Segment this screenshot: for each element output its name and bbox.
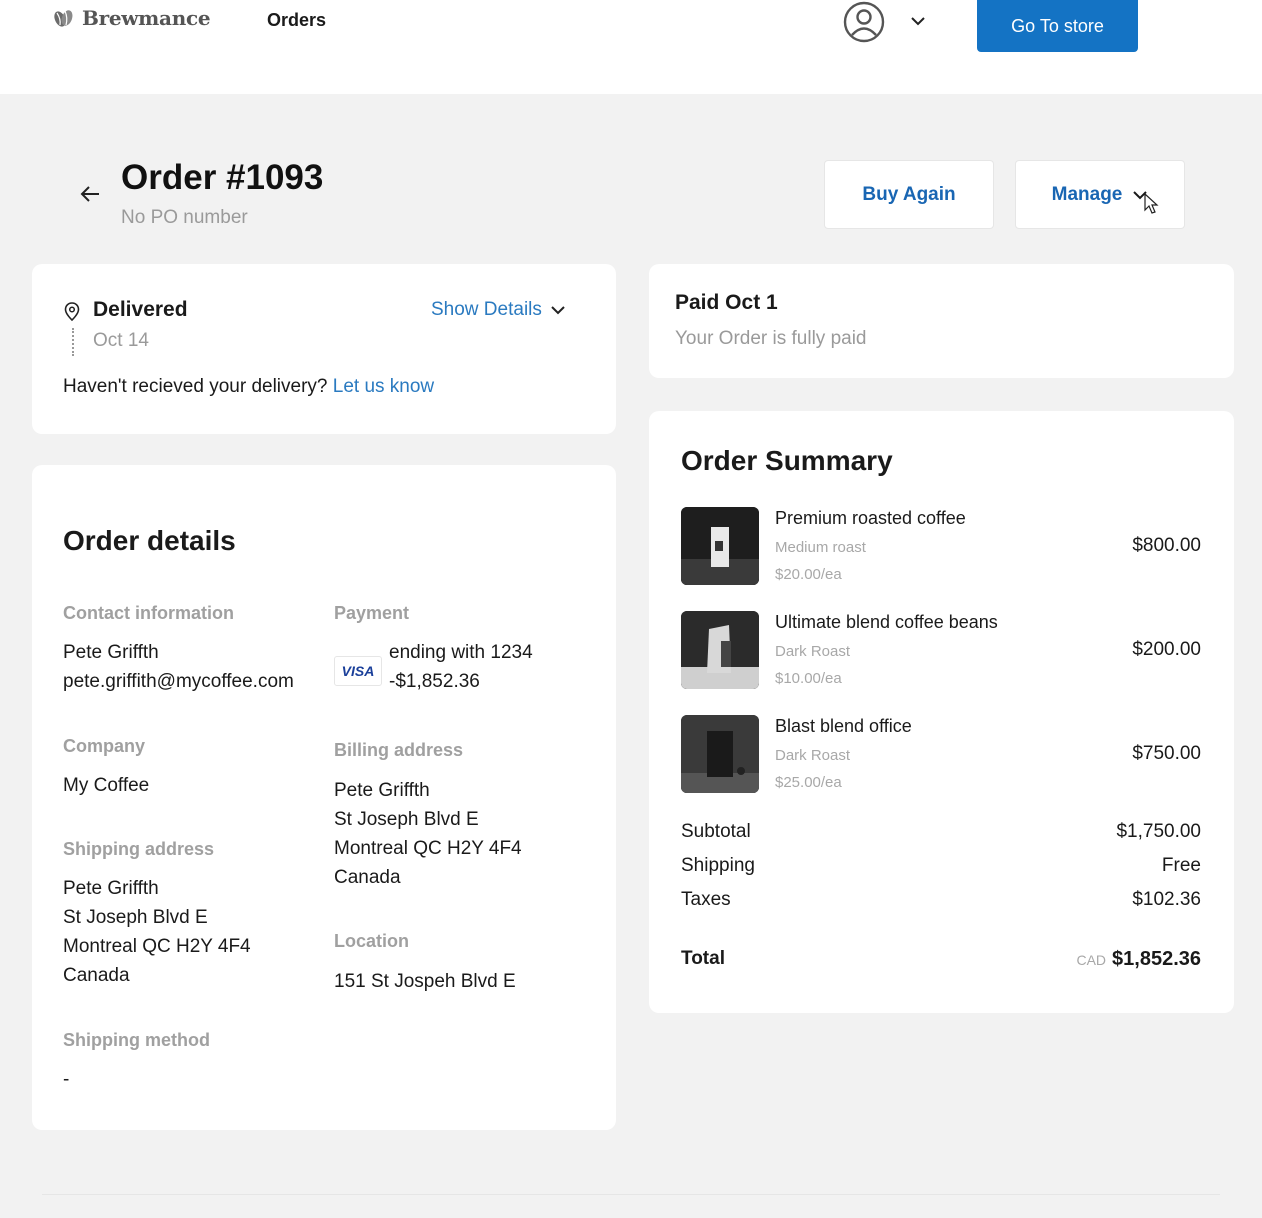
taxes-label: Taxes: [681, 889, 731, 910]
subtotal-value: $1,750.00: [1116, 821, 1201, 842]
coffee-bag-image: [681, 507, 759, 585]
item-name: Premium roasted coffee: [775, 508, 966, 528]
page-title: Order #1093: [121, 158, 324, 197]
coffee-bag-image: [681, 715, 759, 793]
coffee-bean-logo-icon: [54, 10, 73, 27]
po-number: No PO number: [121, 207, 248, 228]
paid-subtitle: Your Order is fully paid: [675, 328, 867, 349]
paid-title: Paid Oct 1: [675, 291, 778, 314]
delivery-date: Oct 14: [93, 330, 149, 351]
shipping-method-label: Shipping method: [63, 1030, 210, 1050]
item-variant: Dark Roast: [775, 747, 851, 764]
buy-again-button[interactable]: Buy Again: [824, 160, 994, 229]
back-arrow-icon[interactable]: [78, 182, 102, 206]
billing-line: Pete Griffth: [334, 780, 430, 801]
item-unit-price: $10.00/ea: [775, 670, 842, 687]
coffee-bag-image: [681, 611, 759, 689]
item-unit-price: $25.00/ea: [775, 774, 842, 791]
cursor-icon: [1144, 192, 1159, 214]
delivery-question: Haven't recieved your delivery? Let us k…: [63, 376, 434, 398]
location-pin-icon: [64, 302, 80, 322]
brand-logo[interactable]: Brewmance: [52, 6, 211, 30]
buy-again-label: Buy Again: [862, 183, 956, 205]
order-details-card: Order details Contact information Pete G…: [32, 465, 616, 1130]
currency-code: CAD: [1076, 952, 1107, 968]
item-name: Ultimate blend coffee beans: [775, 612, 998, 632]
location-value: 151 St Jospeh Blvd E: [334, 971, 516, 992]
order-details-heading: Order details: [63, 525, 236, 556]
payment-status-card: Paid Oct 1 Your Order is fully paid: [649, 264, 1234, 378]
location-label: Location: [334, 931, 409, 951]
company-label: Company: [63, 736, 146, 756]
contact-email: pete.griffith@mycoffee.com: [63, 671, 294, 692]
order-summary-card: Order Summary Premium roasted coffee Med…: [649, 411, 1234, 1013]
item-variant: Medium roast: [775, 539, 866, 556]
order-summary-heading: Order Summary: [681, 445, 893, 476]
visa-icon: VISA: [334, 656, 382, 686]
shipping-line: Montreal QC H2Y 4F4: [63, 936, 251, 957]
product-thumbnail: [681, 507, 759, 585]
billing-line: St Joseph Blvd E: [334, 809, 479, 830]
subtotal-label: Subtotal: [681, 821, 751, 842]
contact-name: Pete Griffth: [63, 642, 159, 663]
company-value: My Coffee: [63, 775, 150, 796]
delivery-question-text: Haven't recieved your delivery?: [63, 376, 328, 397]
show-details-label: Show Details: [431, 299, 542, 320]
total-label: Total: [681, 948, 725, 969]
shipping-label: Shipping: [681, 855, 755, 876]
item-price: $200.00: [1132, 639, 1201, 660]
product-thumbnail: [681, 715, 759, 793]
shipping-line: Canada: [63, 965, 130, 986]
billing-line: Canada: [334, 867, 401, 888]
show-details-toggle[interactable]: Show Details: [431, 299, 566, 321]
shipping-address-label: Shipping address: [63, 839, 215, 859]
brand-name: Brewmance: [82, 6, 211, 30]
billing-line: Montreal QC H2Y 4F4: [334, 838, 522, 859]
footer-divider: [42, 1194, 1220, 1195]
total-row-value: CAD $1,852.36: [1076, 948, 1201, 971]
total-value: $1,852.36: [1112, 948, 1201, 970]
item-price: $800.00: [1132, 535, 1201, 556]
go-to-store-button[interactable]: Go To store: [977, 0, 1138, 52]
delivery-card: Delivered Oct 14 Show Details Haven't re…: [32, 264, 616, 434]
top-navigation-bar: Brewmance Orders Go To store: [0, 0, 1262, 94]
item-price: $750.00: [1132, 743, 1201, 764]
shipping-value: Free: [1161, 855, 1201, 876]
manage-button[interactable]: Manage: [1015, 160, 1185, 229]
item-unit-price: $20.00/ea: [775, 566, 842, 583]
let-us-know-link[interactable]: Let us know: [333, 376, 434, 397]
contact-label: Contact information: [63, 603, 234, 623]
shipping-method-value: -: [63, 1069, 70, 1090]
shipping-line: St Joseph Blvd E: [63, 907, 208, 928]
billing-label: Billing address: [334, 740, 464, 760]
user-avatar-icon[interactable]: [842, 0, 886, 44]
item-name: Blast blend office: [775, 716, 912, 736]
chevron-down-icon[interactable]: [909, 14, 927, 28]
shipping-line: Pete Griffth: [63, 878, 159, 899]
taxes-value: $102.36: [1132, 889, 1201, 910]
manage-label: Manage: [1051, 183, 1123, 205]
payment-label: Payment: [334, 603, 410, 623]
product-thumbnail: [681, 611, 759, 689]
nav-orders-link[interactable]: Orders: [267, 10, 326, 31]
delivery-status: Delivered: [93, 298, 188, 321]
item-variant: Dark Roast: [775, 643, 851, 660]
card-amount: -$1,852.36: [389, 671, 480, 692]
card-ending: ending with 1234: [389, 642, 533, 663]
chevron-down-icon: [551, 306, 565, 315]
timeline-line: [72, 328, 74, 356]
